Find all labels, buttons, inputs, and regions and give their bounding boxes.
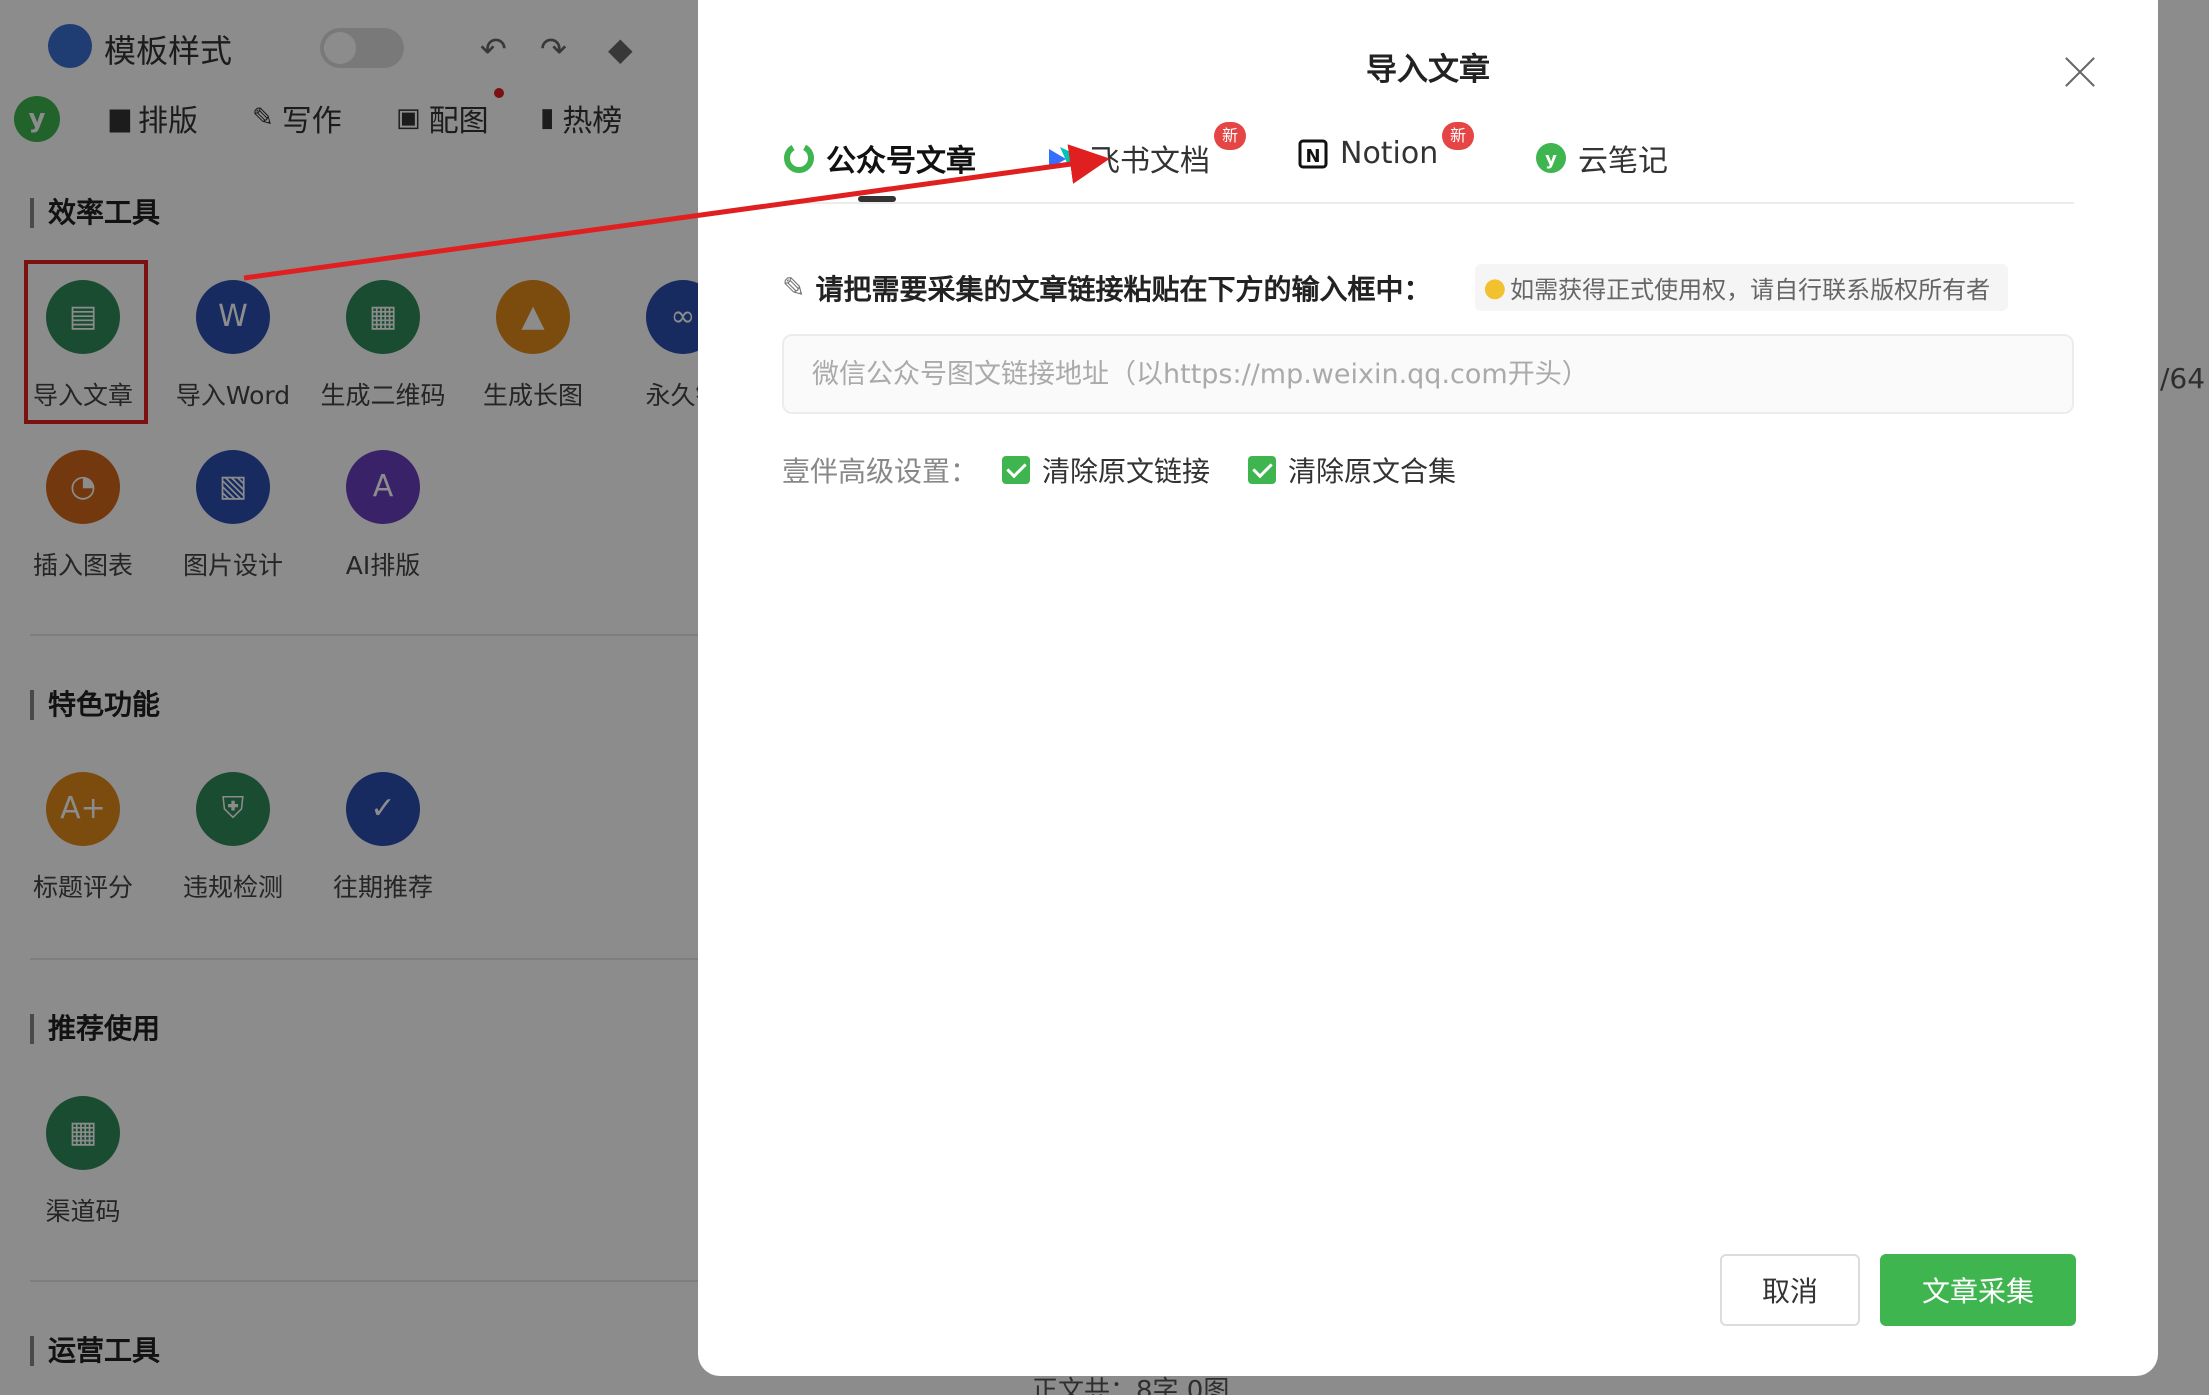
active-tab-indicator <box>858 196 896 202</box>
tab-label: 云笔记 <box>1578 144 1668 179</box>
wechat-article-icon <box>784 143 814 173</box>
instruction-text: 请把需要采集的文章链接粘贴在下方的输入框中： <box>815 272 1432 306</box>
clear-collection-checkbox[interactable]: 清除原文合集 <box>1248 450 1456 490</box>
checkbox-label: 清除原文链接 <box>1042 455 1211 488</box>
new-badge: 新 <box>1442 122 1474 150</box>
collect-article-button[interactable]: 文章采集 <box>1880 1254 2076 1326</box>
clear-link-checkbox[interactable]: 清除原文链接 <box>1002 450 1210 490</box>
cancel-button[interactable]: 取消 <box>1720 1254 1860 1326</box>
checkbox-checked-icon[interactable] <box>1002 456 1031 484</box>
advanced-settings: 壹伴高级设置： 清除原文链接 清除原文合集 <box>782 450 1494 490</box>
tab-label: 飞书文档 <box>1090 144 1210 179</box>
advanced-settings-label: 壹伴高级设置： <box>782 455 979 488</box>
tab-cloud-note[interactable]: y 云笔记 <box>1534 136 1668 180</box>
source-tabs: 公众号文章 飞书文档 新 N Notion 新 y 云笔记 <box>782 122 2074 204</box>
tab-feishu[interactable]: 飞书文档 <box>1046 136 1210 180</box>
lightbulb-icon: ● <box>1483 272 1507 303</box>
article-url-input[interactable] <box>782 334 2074 414</box>
svg-text:y: y <box>1545 149 1557 170</box>
instruction-row: ✎ 请把需要采集的文章链接粘贴在下方的输入框中： ● 如需获得正式使用权，请自行… <box>782 264 2009 311</box>
checkbox-label: 清除原文合集 <box>1288 455 1457 488</box>
tab-wechat-article[interactable]: 公众号文章 <box>782 136 976 180</box>
tab-label: Notion <box>1340 136 1439 171</box>
paperclip-icon: ✎ <box>782 271 806 304</box>
feishu-icon <box>1049 147 1077 169</box>
svg-text:N: N <box>1305 146 1320 167</box>
cloud-note-icon: y <box>1536 143 1566 173</box>
tip-text: 如需获得正式使用权，请自行联系版权所有者 <box>1510 276 1991 304</box>
tab-notion[interactable]: N Notion <box>1296 136 1438 171</box>
import-article-dialog: 导入文章 公众号文章 飞书文档 新 N Notion 新 y 云笔记 ✎ 请把需… <box>698 0 2158 1376</box>
notion-icon: N <box>1298 139 1328 168</box>
checkbox-checked-icon[interactable] <box>1248 456 1277 484</box>
close-icon[interactable] <box>2062 54 2098 90</box>
new-badge: 新 <box>1214 122 1246 150</box>
dialog-title: 导入文章 <box>1366 52 1490 88</box>
copyright-tip: ● 如需获得正式使用权，请自行联系版权所有者 <box>1475 264 2009 311</box>
tab-label: 公众号文章 <box>826 144 976 179</box>
